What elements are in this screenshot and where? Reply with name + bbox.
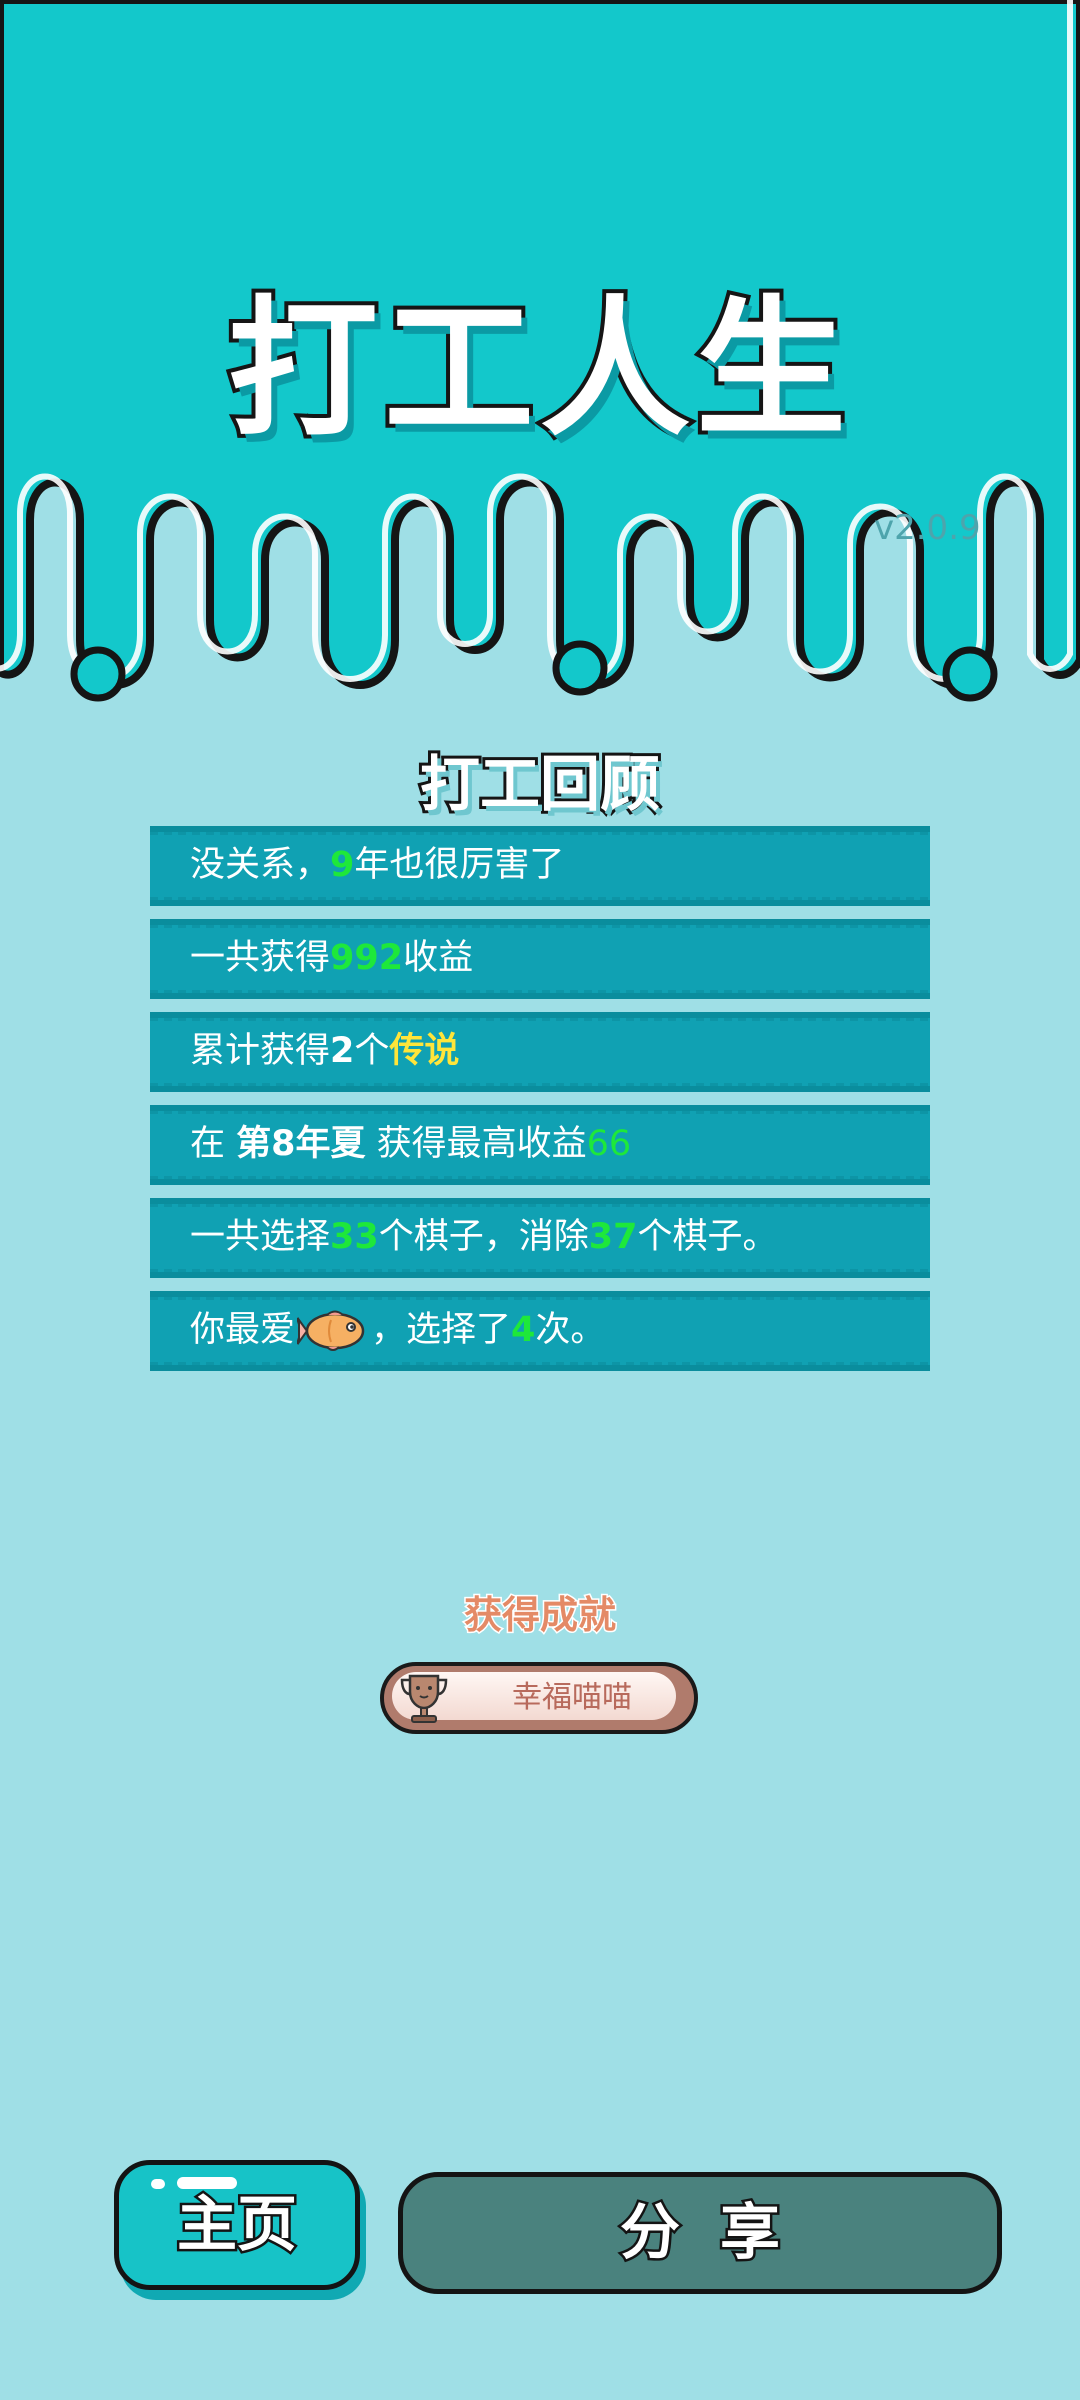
trophy-icon [400, 1674, 448, 1723]
version-label: v2.0.9 [874, 508, 981, 548]
row-number: 4 [511, 1310, 536, 1350]
row-text: 个棋子，消除 [378, 1217, 589, 1257]
home-button-label: 主页 [175, 2188, 300, 2263]
row-number: 33 [330, 1217, 379, 1257]
achievement-title: 获得成就 [462, 1592, 617, 1639]
review-row-legend: 累计获得2个传说 [150, 1012, 930, 1092]
drip-drop [70, 646, 126, 702]
legend-tag: 传说 [389, 1031, 460, 1071]
review-row-income: 一共获得992收益 [150, 919, 930, 999]
row-text: 你最爱 [190, 1310, 296, 1350]
row-text: 没关系， [190, 845, 331, 885]
row-number: 992 [330, 938, 404, 978]
row-text: 收益 [403, 938, 474, 978]
row-season: 第8年夏 [236, 1124, 366, 1164]
review-row-years: 没关系，9年也很厉害了 [150, 826, 930, 906]
row-text: 一共获得 [190, 938, 331, 978]
row-text: 年也很厉害了 [354, 845, 565, 885]
drip-drop [942, 646, 998, 702]
row-number-2: 37 [588, 1217, 638, 1257]
row-text: 个 [354, 1031, 390, 1071]
row-text: 个棋子。 [637, 1217, 778, 1257]
row-number: 9 [330, 845, 355, 885]
row-text: ，选择了 [371, 1310, 512, 1350]
drip-drop [552, 640, 608, 696]
achievement-badge[interactable]: 幸福喵喵 [380, 1662, 698, 1734]
review-row-pieces: 一共选择33个棋子，消除37个棋子。 [150, 1198, 930, 1278]
row-text: 在 [190, 1124, 237, 1164]
review-title: 打工回顾 [417, 747, 663, 823]
badge-label: 幸福喵喵 [512, 1680, 632, 1715]
row-text: 一共选择 [190, 1217, 331, 1257]
review-row-favorite: 你最爱 ，选择了4次。 [150, 1291, 930, 1371]
app-title: 打工人生 [224, 279, 852, 461]
row-text: 累计获得 [190, 1031, 331, 1071]
fish-icon [297, 1310, 365, 1351]
row-text: 次。 [535, 1310, 606, 1350]
home-button[interactable]: 主页 [114, 2160, 360, 2290]
share-button[interactable]: 分享 [398, 2172, 1002, 2294]
row-number: 66 [586, 1124, 632, 1164]
share-button-label: 分享 [618, 2196, 820, 2271]
review-row-best-income: 在 第8年夏 获得最高收益66 [150, 1105, 930, 1185]
row-number: 2 [330, 1031, 355, 1071]
row-text: 获得最高收益 [365, 1124, 587, 1164]
review-list: 没关系，9年也很厉害了 一共获得992收益 累计获得2个传说 在 第8年夏 获得… [150, 826, 930, 1384]
